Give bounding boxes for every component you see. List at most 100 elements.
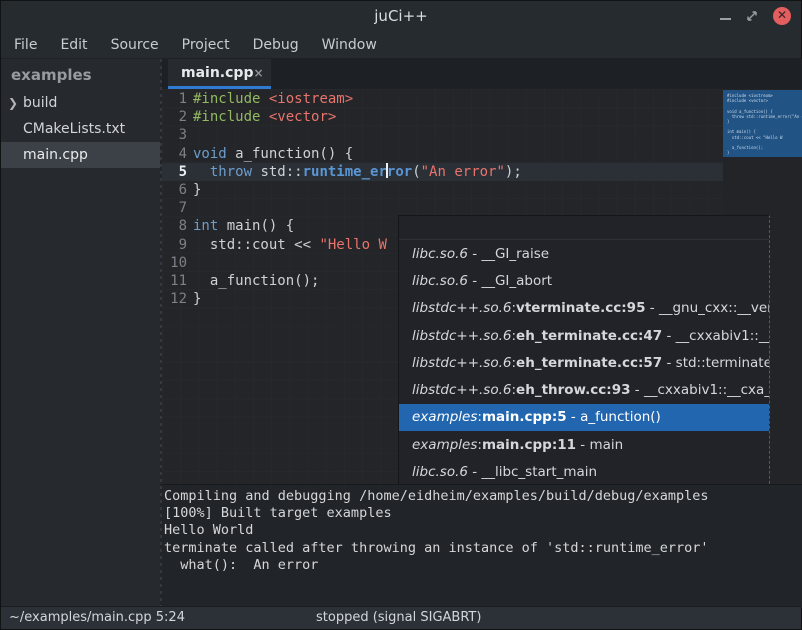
- backtrace-item[interactable]: libc.so.6 - __GI_abort: [399, 267, 769, 294]
- trace-library: libc.so.6: [412, 464, 468, 480]
- token: [193, 164, 210, 180]
- token: #include: [193, 91, 260, 107]
- code-text: throw std::runtime_error("An error");: [193, 163, 522, 181]
- titlebar[interactable]: juCi++ ✕: [1, 1, 801, 31]
- code-line-6[interactable]: 6}: [162, 181, 723, 199]
- trace-dash: -: [567, 409, 580, 425]
- tab-maincpp[interactable]: main.cpp ×: [168, 59, 271, 89]
- line-number: 9: [162, 236, 187, 254]
- token: "An error": [421, 164, 505, 180]
- minimap-slider[interactable]: #include <iostream>#include <vector> voi…: [723, 90, 802, 157]
- editor-pane: main.cpp × 1#include <iostream>2 #include…: [162, 59, 802, 606]
- tab-close-icon[interactable]: ×: [253, 66, 263, 80]
- trace-library: examples: [412, 409, 477, 425]
- menu-edit[interactable]: Edit: [57, 35, 90, 55]
- trace-library: libstdc++.so.6: [412, 382, 511, 398]
- minimize-icon[interactable]: [720, 18, 731, 20]
- token: void: [193, 146, 227, 162]
- restore-icon[interactable]: [746, 10, 758, 22]
- line-number: 8: [162, 217, 187, 235]
- trace-dash: -: [662, 355, 675, 371]
- menu-file[interactable]: File: [11, 35, 40, 55]
- code-text: std::cout << "Hello W: [193, 236, 387, 254]
- terminal-line: Hello World: [164, 522, 802, 539]
- window-controls: ✕: [720, 1, 791, 31]
- tabbar: main.cpp ×: [162, 59, 802, 89]
- trace-library: examples: [412, 437, 477, 453]
- trace-dash: -: [631, 382, 644, 398]
- tree-item-maincpp[interactable]: main.cpp: [1, 142, 160, 168]
- window-title: juCi++: [1, 7, 801, 25]
- trace-function: __GI_raise: [481, 246, 549, 262]
- code-line-4[interactable]: 4 void a_function() {: [162, 145, 723, 163]
- trace-file-line: eh_throw.cc:93: [516, 382, 630, 398]
- code-text: }: [193, 290, 201, 308]
- tab-label: main.cpp: [181, 65, 253, 81]
- code-line-3[interactable]: 3: [162, 126, 723, 144]
- line-number: 6: [162, 181, 187, 199]
- backtrace-item[interactable]: libstdc++.so.6:eh_terminate.cc:57 - std:…: [399, 349, 769, 376]
- trace-function: std::terminate(): [676, 355, 769, 371]
- code-line-5[interactable]: 5 throw std::runtime_error("An error");: [162, 163, 723, 181]
- line-number: 10: [162, 254, 187, 272]
- file-tree-panel: examples ❯ build CMakeLists.txt main.cpp: [1, 59, 160, 606]
- backtrace-item[interactable]: libc.so.6 - __GI_raise: [399, 240, 769, 267]
- line-number: 4: [162, 145, 187, 163]
- line-number: 2: [162, 108, 187, 126]
- token: [260, 109, 268, 125]
- token: <iostream>: [269, 91, 353, 107]
- line-number: 12: [162, 290, 187, 308]
- tree-item-label: build: [23, 95, 57, 111]
- terminal-output[interactable]: Compiling and debugging /home/eidheim/ex…: [162, 484, 802, 608]
- trace-dash: -: [645, 300, 658, 316]
- trace-function: __libc_start_main: [481, 464, 597, 480]
- trace-function: __cxxabiv1::__cxa_throw: [644, 382, 769, 398]
- trace-library: libstdc++.so.6: [412, 355, 511, 371]
- trace-file-line: eh_terminate.cc:57: [516, 355, 662, 371]
- source-editor[interactable]: 1#include <iostream>2 #include <vector>34…: [162, 89, 802, 484]
- backtrace-popup: libc.so.6 - __GI_raiselibc.so.6 - __GI_a…: [398, 215, 770, 484]
- token: int: [193, 218, 218, 234]
- code-text: a_function();: [193, 272, 319, 290]
- terminal-line: what(): An error: [164, 557, 802, 574]
- backtrace-item[interactable]: examples:main.cpp:11 - main: [399, 431, 769, 458]
- chevron-right-icon[interactable]: ❯: [8, 90, 18, 116]
- trace-dash: -: [468, 464, 481, 480]
- terminal-line: [100%] Built target examples: [164, 505, 802, 522]
- trace-library: libc.so.6: [412, 273, 468, 289]
- tree-item-build[interactable]: ❯ build: [1, 90, 160, 116]
- token: std::cout <<: [193, 237, 319, 253]
- token: #include: [193, 109, 260, 125]
- token: }: [193, 182, 201, 198]
- backtrace-item[interactable]: libstdc++.so.6:eh_throw.cc:93 - __cxxabi…: [399, 376, 769, 403]
- menu-source[interactable]: Source: [108, 35, 162, 55]
- token: "Hello W: [319, 237, 386, 253]
- line-number: 5: [162, 163, 187, 181]
- close-icon[interactable]: ✕: [773, 7, 791, 25]
- code-line-1[interactable]: 1#include <iostream>: [162, 90, 723, 108]
- code-line-2[interactable]: 2 #include <vector>: [162, 108, 723, 126]
- code-text: }: [193, 181, 201, 199]
- backtrace-popup-header: [399, 216, 769, 240]
- backtrace-item[interactable]: libstdc++.so.6:eh_terminate.cc:47 - __cx…: [399, 322, 769, 349]
- code-text: #include <vector>: [193, 108, 336, 126]
- line-number: 11: [162, 272, 187, 290]
- code-text: void a_function() {: [193, 145, 353, 163]
- backtrace-item[interactable]: examples:main.cpp:5 - a_function(): [399, 404, 769, 431]
- menu-project[interactable]: Project: [179, 35, 233, 55]
- trace-file-line: main.cpp:11: [482, 437, 576, 453]
- backtrace-list: libc.so.6 - __GI_raiselibc.so.6 - __GI_a…: [399, 240, 769, 484]
- trace-function: __cxxabiv1::__terminate(void (*)()): [676, 328, 769, 344]
- tree-item-cmakelists[interactable]: CMakeLists.txt: [1, 116, 160, 142]
- trace-dash: -: [468, 246, 481, 262]
- menu-window[interactable]: Window: [319, 35, 380, 55]
- backtrace-item[interactable]: libstdc++.so.6:vterminate.cc:95 - __gnu_…: [399, 295, 769, 322]
- cursor-position-status: ~/examples/main.cpp 5:24: [9, 610, 185, 625]
- backtrace-item[interactable]: libc.so.6 - __libc_start_main: [399, 458, 769, 484]
- trace-function: __GI_abort: [481, 273, 552, 289]
- menu-debug[interactable]: Debug: [250, 35, 302, 55]
- minimap-line: }: [727, 150, 802, 155]
- debug-status: stopped (signal SIGABRT): [316, 610, 481, 625]
- terminal-line: terminate called after throwing an insta…: [164, 540, 802, 557]
- trace-function: __gnu_cxx::__verbose_terminate_handler(): [659, 300, 769, 316]
